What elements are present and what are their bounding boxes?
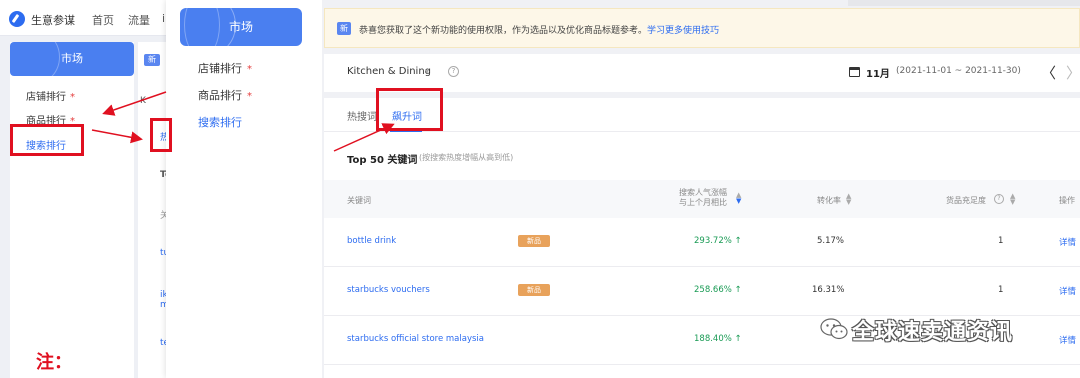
watermark-text: 全球速卖通资讯 <box>852 320 1014 345</box>
screenshot-stage: 生意参谋 首页 流量 i 市场 店铺排行 * 商品排行 * 搜索排行 注： 新 K … <box>0 0 1080 378</box>
arrow-to-sidebar <box>102 91 167 116</box>
arrow-to-rising-tab <box>333 123 395 152</box>
arrow-to-tab <box>91 129 143 144</box>
wechat-icon <box>820 318 848 340</box>
